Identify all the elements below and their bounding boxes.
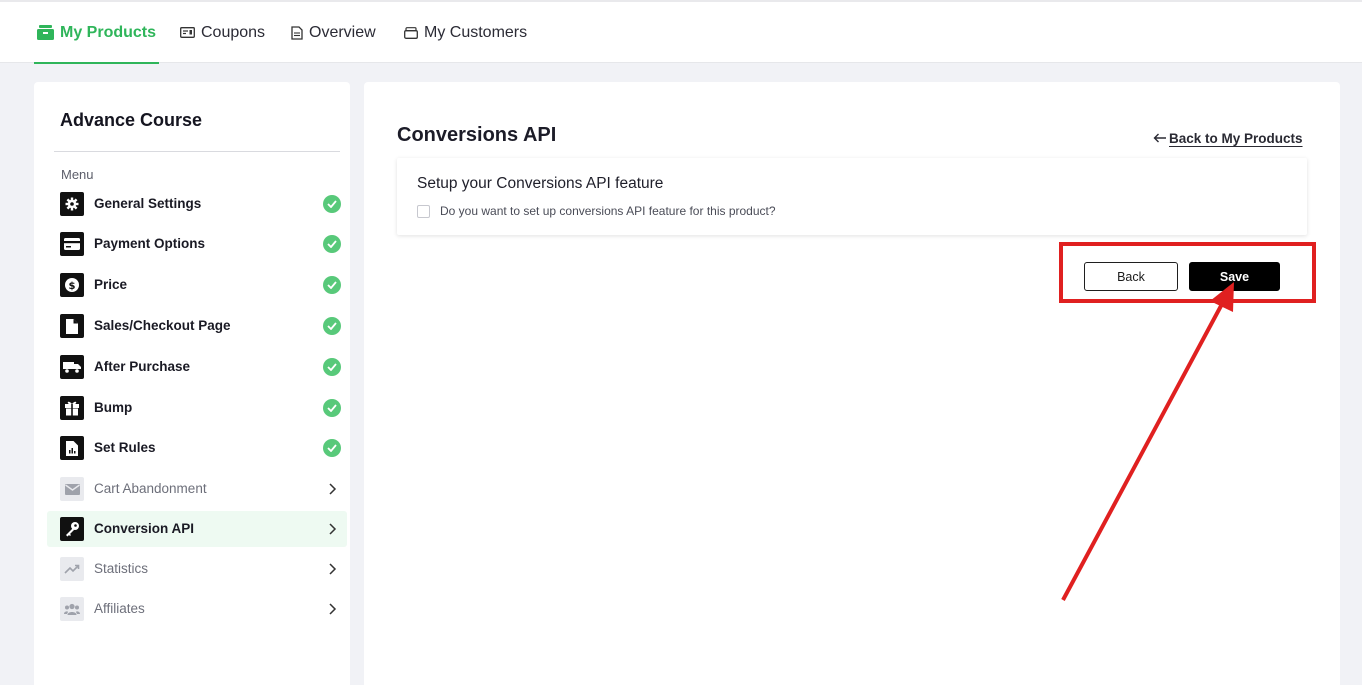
feature-title: Setup your Conversions API feature <box>417 175 664 192</box>
chevron-right-icon <box>327 482 339 496</box>
sidebar-item-after-purchase[interactable]: After Purchase <box>47 349 347 385</box>
check-circle-icon <box>323 235 341 253</box>
check-circle-icon <box>323 317 341 335</box>
back-to-products-link[interactable]: Back to My Products <box>1153 131 1303 146</box>
sidebar-item-label: Payment Options <box>94 236 206 251</box>
trend-icon <box>60 557 84 581</box>
tab-my-products[interactable]: My Products <box>34 2 160 64</box>
report-icon <box>60 436 84 460</box>
check-circle-icon <box>323 195 341 213</box>
tab-my-customers[interactable]: My Customers <box>404 2 527 63</box>
sidebar-item-conversion-api[interactable]: Conversion API <box>47 511 347 547</box>
sidebar-item-label: Conversion API <box>94 521 195 536</box>
conversions-api-card: Setup your Conversions API feature Do yo… <box>397 158 1307 235</box>
gear-icon <box>60 192 84 216</box>
sidebar-item-label: Set Rules <box>94 440 156 455</box>
chevron-right-icon <box>327 602 339 616</box>
divider <box>54 151 340 152</box>
sidebar-item-label: Affiliates <box>94 601 145 616</box>
tab-label: Overview <box>309 23 376 41</box>
conversions-api-checkbox[interactable] <box>417 205 430 218</box>
sidebar-item-affiliates[interactable]: Affiliates <box>47 591 347 627</box>
check-circle-icon <box>323 358 341 376</box>
page-title: Conversions API <box>397 124 557 146</box>
annotation-highlight-box <box>1059 242 1316 303</box>
svg-text:$: $ <box>69 281 76 292</box>
top-navigation: My Products Coupons Overview My Customer… <box>0 0 1362 64</box>
check-circle-icon <box>323 439 341 457</box>
sidebar-item-label: Sales/Checkout Page <box>94 318 231 333</box>
tab-overview[interactable]: Overview <box>291 2 376 63</box>
products-icon <box>37 25 54 40</box>
sidebar-item-bump[interactable]: Bump <box>47 390 347 426</box>
sidebar-item-label: Bump <box>94 400 133 415</box>
truck-icon <box>60 355 84 379</box>
sidebar-item-general-settings[interactable]: General Settings <box>47 186 347 222</box>
tab-label: My Products <box>60 23 157 41</box>
dollar-icon: $ <box>60 273 84 297</box>
sidebar-item-label: After Purchase <box>94 359 191 374</box>
sidebar-item-statistics[interactable]: Statistics <box>47 551 347 587</box>
sidebar-item-payment-options[interactable]: Payment Options <box>47 226 347 262</box>
check-circle-icon <box>323 399 341 417</box>
product-sidebar: Advance Course Menu General Settings Pay… <box>34 82 350 685</box>
gift-icon <box>60 396 84 420</box>
tab-coupons[interactable]: Coupons <box>180 2 265 63</box>
sidebar-item-label: General Settings <box>94 196 202 211</box>
sidebar-item-set-rules[interactable]: Set Rules <box>47 430 347 466</box>
main-panel: Conversions API Back to My Products Setu… <box>364 82 1340 685</box>
sidebar-item-price[interactable]: $ Price <box>47 267 347 303</box>
file-icon <box>60 314 84 338</box>
feature-question: Do you want to set up conversions API fe… <box>440 204 776 218</box>
tab-label: Coupons <box>201 23 266 41</box>
group-icon <box>60 597 84 621</box>
customers-icon <box>404 26 418 39</box>
sidebar-item-label: Price <box>94 277 128 292</box>
key-icon <box>60 517 84 541</box>
tab-label: My Customers <box>424 23 528 41</box>
check-circle-icon <box>323 276 341 294</box>
arrow-left-icon <box>1153 131 1167 146</box>
credit-card-icon <box>60 232 84 256</box>
chevron-right-icon <box>327 562 339 576</box>
sidebar-item-sales-checkout-page[interactable]: Sales/Checkout Page <box>47 308 347 344</box>
course-title: Advance Course <box>60 110 203 130</box>
menu-label: Menu <box>61 167 94 182</box>
document-icon <box>291 25 303 40</box>
chevron-right-icon <box>327 522 339 536</box>
mail-icon <box>60 477 84 501</box>
back-link-label: Back to My Products <box>1169 131 1303 146</box>
sidebar-item-cart-abandonment[interactable]: Cart Abandonment <box>47 471 347 507</box>
coupon-icon <box>180 27 195 38</box>
sidebar-item-label: Cart Abandonment <box>94 481 207 496</box>
sidebar-item-label: Statistics <box>94 561 149 576</box>
